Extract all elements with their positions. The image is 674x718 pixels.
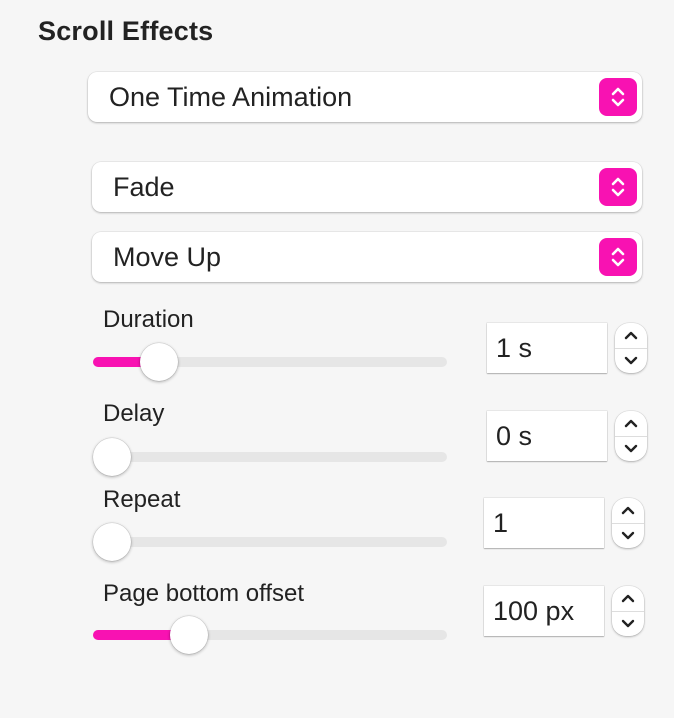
select-value: One Time Animation xyxy=(109,81,353,112)
chevron-up-icon[interactable] xyxy=(612,586,644,611)
duration-stepper[interactable] xyxy=(615,323,647,373)
chevron-up-down-icon[interactable] xyxy=(599,238,637,276)
chevron-down-icon[interactable] xyxy=(615,437,647,462)
chevron-up-icon[interactable] xyxy=(612,498,644,523)
field-label: Delay xyxy=(103,400,165,427)
select-value: Move Up xyxy=(113,241,222,272)
field-label: Duration xyxy=(103,306,194,333)
chevron-down-icon[interactable] xyxy=(612,524,644,549)
slider-thumb[interactable] xyxy=(93,438,131,476)
page-bottom-offset-slider[interactable] xyxy=(93,616,447,654)
delay-input[interactable]: 0 s xyxy=(487,411,607,461)
repeat-slider[interactable] xyxy=(93,523,447,561)
duration-slider[interactable] xyxy=(93,343,447,381)
chevron-up-down-icon[interactable] xyxy=(599,168,637,206)
field-label: Page bottom offset xyxy=(103,580,305,607)
chevron-down-icon[interactable] xyxy=(615,349,647,374)
effect-select[interactable]: Fade xyxy=(92,162,642,212)
chevron-up-icon[interactable] xyxy=(615,323,647,348)
direction-select[interactable]: Move Up xyxy=(92,232,642,282)
repeat-stepper[interactable] xyxy=(612,498,644,548)
page-bottom-offset-input[interactable]: 100 px xyxy=(484,586,604,636)
animation-type-select[interactable]: One Time Animation xyxy=(88,72,642,122)
delay-stepper[interactable] xyxy=(615,411,647,461)
slider-thumb[interactable] xyxy=(139,343,178,381)
select-value: Fade xyxy=(113,171,175,202)
chevron-up-down-icon[interactable] xyxy=(599,78,637,116)
slider-thumb[interactable] xyxy=(93,523,131,561)
chevron-up-icon[interactable] xyxy=(615,411,647,436)
repeat-input[interactable]: 1 xyxy=(484,498,604,548)
chevron-down-icon[interactable] xyxy=(612,612,644,637)
duration-input[interactable]: 1 s xyxy=(487,323,607,373)
field-label: Repeat xyxy=(103,486,181,513)
page-bottom-offset-stepper[interactable] xyxy=(612,586,644,636)
slider-thumb[interactable] xyxy=(170,616,209,654)
section-title: Scroll Effects xyxy=(38,16,214,46)
delay-slider[interactable] xyxy=(93,438,447,476)
